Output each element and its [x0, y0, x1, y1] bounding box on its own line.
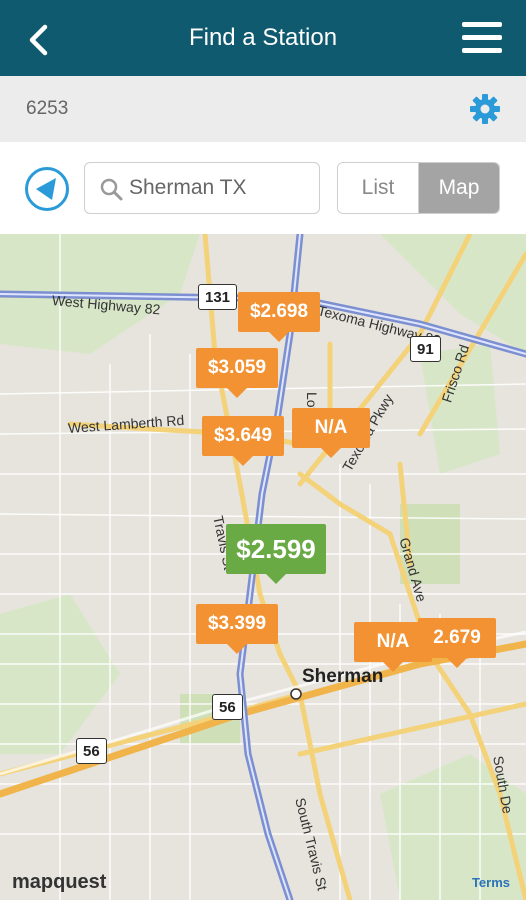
price-pin[interactable]: N/A [292, 408, 370, 458]
hamburger-menu-button[interactable] [460, 20, 504, 56]
search-input[interactable] [129, 169, 315, 207]
settings-button[interactable] [468, 92, 502, 126]
price-pin[interactable]: $3.399 [196, 604, 278, 654]
highway-shield: 131 [198, 284, 238, 310]
navigation-arrow-icon [25, 167, 69, 211]
terms-link[interactable]: Terms [472, 875, 510, 890]
best-price-pin[interactable]: $2.599 [226, 524, 326, 584]
mapquest-logo: mapquest [12, 871, 107, 893]
location-bar: 6253 [0, 76, 526, 142]
price-pin[interactable]: $3.649 [202, 416, 284, 466]
zip-code-text: 6253 [26, 98, 69, 119]
price-pin[interactable]: $3.059 [196, 348, 278, 398]
search-toolbar: List Map [0, 142, 526, 234]
gear-icon [470, 94, 500, 124]
list-view-button[interactable]: List [338, 163, 419, 213]
highway-shield: 56 [212, 694, 243, 720]
price-pin[interactable]: $2.698 [238, 292, 320, 342]
highway-shield: 56 [76, 738, 107, 764]
highway-shield: 91 [410, 336, 441, 362]
app-header: Find a Station [0, 0, 526, 76]
search-icon [100, 178, 123, 201]
station-map[interactable]: West Highway 82 Texoma Highway 82 West L… [0, 234, 526, 900]
price-pin[interactable]: N/A [354, 622, 432, 672]
page-title: Find a Station [188, 24, 338, 51]
city-label: Sherman [302, 666, 384, 687]
menu-icon [462, 22, 502, 27]
map-view-button[interactable]: Map [419, 163, 499, 213]
view-toggle: List Map [337, 162, 500, 214]
search-field[interactable] [84, 162, 320, 214]
locate-me-button[interactable] [24, 166, 70, 212]
